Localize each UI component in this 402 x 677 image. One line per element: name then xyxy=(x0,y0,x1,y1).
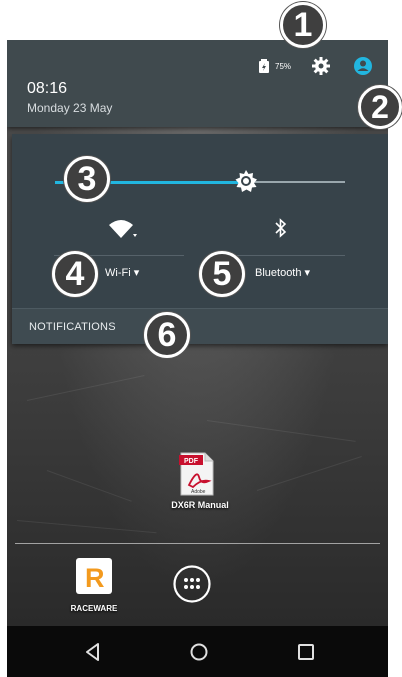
apps-grid-icon[interactable] xyxy=(172,564,212,609)
phone-screen: 08:16 Monday 23 May 75% Wi-Fi ▾ Bluetoot… xyxy=(7,40,388,677)
wifi-icon[interactable] xyxy=(108,219,138,244)
battery-icon xyxy=(258,59,270,78)
pdf-shortcut-label[interactable]: DX6R Manual xyxy=(165,500,235,510)
notifications-bar[interactable]: NOTIFICATIONS xyxy=(12,308,388,344)
dock-divider xyxy=(15,543,380,544)
navigation-bar xyxy=(7,626,388,677)
wallpaper-texture xyxy=(26,375,145,401)
back-icon[interactable] xyxy=(83,642,103,667)
brightness-icon[interactable] xyxy=(233,168,259,199)
callout-5: 5 xyxy=(199,251,245,297)
bluetooth-icon[interactable] xyxy=(274,218,288,243)
home-icon[interactable] xyxy=(189,642,209,667)
user-icon[interactable] xyxy=(353,56,373,81)
callout-2: 2 xyxy=(358,85,402,129)
quick-settings-header: 08:16 Monday 23 May 75% xyxy=(7,40,388,127)
battery-percentage: 75% xyxy=(275,62,292,71)
bluetooth-dropdown[interactable]: Bluetooth ▾ xyxy=(255,266,310,279)
callout-1: 1 xyxy=(280,2,326,48)
callout-3: 3 xyxy=(64,156,110,202)
clock-date: Monday 23 May xyxy=(27,101,113,115)
gear-icon[interactable] xyxy=(311,56,331,81)
wallpaper-texture xyxy=(16,520,157,534)
raceware-letter: R xyxy=(85,563,105,593)
callout-6: 6 xyxy=(144,312,190,358)
wifi-dropdown[interactable]: Wi-Fi ▾ xyxy=(105,266,139,279)
callout-4: 4 xyxy=(52,251,98,297)
pdf-brand-text: Adobe xyxy=(191,489,206,495)
recent-icon[interactable] xyxy=(297,643,315,666)
raceware-app-icon[interactable]: R xyxy=(76,558,112,599)
raceware-label[interactable]: RACEWARE xyxy=(59,604,129,613)
pdf-document-icon[interactable]: PDF Adobe xyxy=(179,451,215,502)
wallpaper-texture xyxy=(46,470,132,502)
wallpaper-texture xyxy=(256,456,362,491)
pdf-badge-text: PDF xyxy=(184,458,199,465)
wallpaper-texture xyxy=(206,420,356,442)
notifications-label: NOTIFICATIONS xyxy=(29,321,116,333)
clock-time: 08:16 xyxy=(27,80,68,97)
